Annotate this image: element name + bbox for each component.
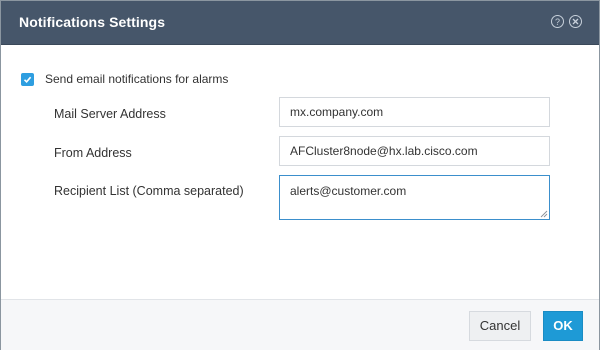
mail-server-label: Mail Server Address	[54, 107, 166, 121]
from-address-input[interactable]	[279, 136, 550, 166]
recipient-list-label: Recipient List (Comma separated)	[54, 184, 244, 198]
svg-text:?: ?	[555, 17, 560, 27]
from-address-label: From Address	[54, 146, 132, 160]
email-alarms-checkbox[interactable]	[21, 73, 34, 86]
dialog-footer: Cancel OK	[1, 299, 599, 350]
checkmark-icon	[23, 76, 32, 83]
dialog-body: Send email notifications for alarms Mail…	[1, 45, 599, 299]
resize-grip-icon[interactable]	[539, 209, 548, 218]
help-icon[interactable]: ?	[551, 15, 564, 28]
mail-server-input[interactable]	[279, 97, 550, 127]
dialog-header: Notifications Settings ?	[1, 1, 599, 45]
cancel-button[interactable]: Cancel	[469, 311, 531, 341]
dialog-title: Notifications Settings	[19, 14, 166, 30]
email-alarms-label: Send email notifications for alarms	[45, 72, 229, 86]
close-icon[interactable]	[569, 15, 582, 28]
recipient-list-textarea[interactable]: alerts@customer.com	[279, 175, 550, 220]
ok-button[interactable]: OK	[543, 311, 583, 341]
notifications-settings-dialog: Notifications Settings ? Send email noti…	[0, 0, 600, 350]
